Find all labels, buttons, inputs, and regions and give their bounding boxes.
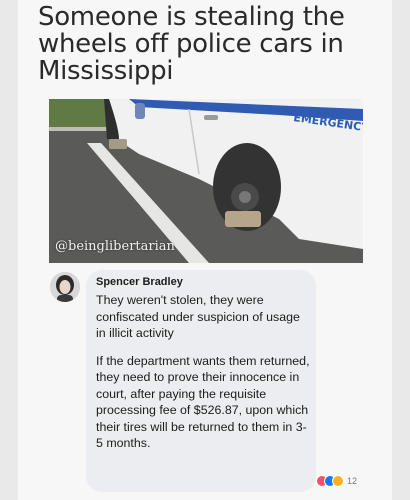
comment-text: They weren't stolen, they were confiscat… — [96, 292, 311, 463]
headline: Someone is stealing the wheels off polic… — [38, 2, 345, 86]
reaction-count: 12 — [347, 476, 358, 486]
reaction-summary[interactable]: 12 — [316, 474, 357, 488]
comment-paragraph-2: If the department wants them returned, t… — [96, 353, 310, 451]
comment-paragraph-1: They weren't stolen, they were confiscat… — [96, 293, 300, 340]
comment-actions-cutoff — [90, 494, 320, 500]
comment-bubble: Spencer Bradley They weren't stolen, the… — [86, 270, 316, 492]
avatar[interactable] — [50, 272, 80, 302]
avatar-person-icon — [50, 272, 80, 302]
police-car-photo: EMERGENCY @beinglibertarian — [49, 99, 363, 263]
comment-author[interactable]: Spencer Bradley — [96, 276, 183, 288]
watermark: @beinglibertarian — [55, 239, 175, 254]
haha-reaction-icon — [332, 475, 344, 487]
